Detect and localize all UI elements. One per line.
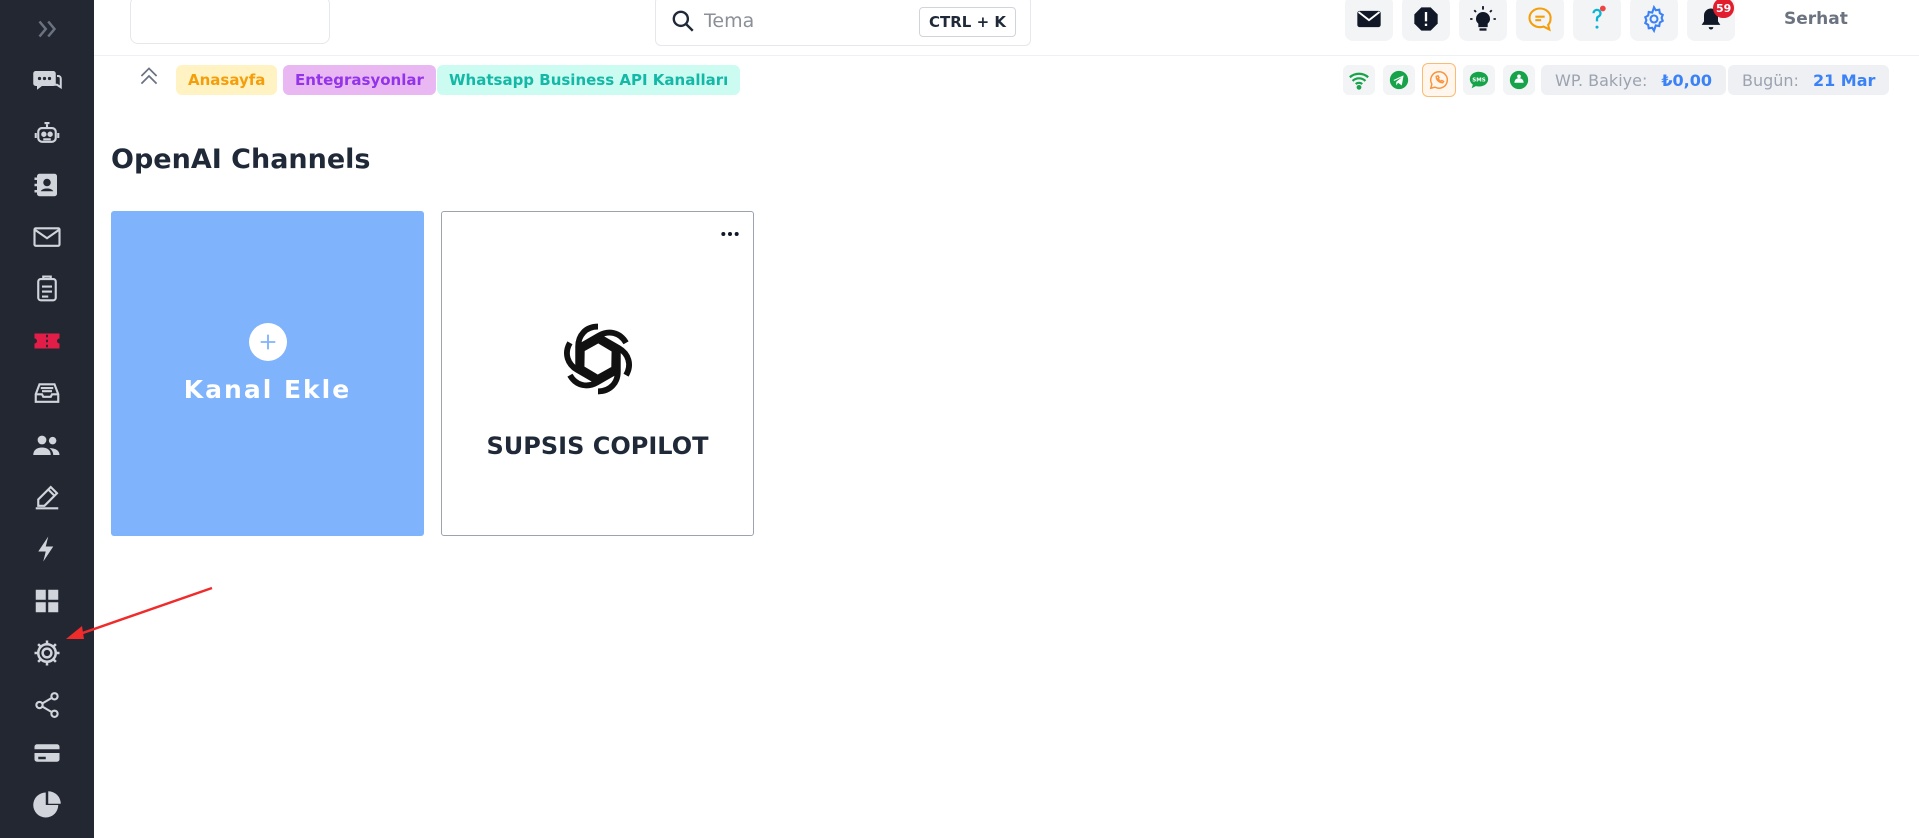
search-input[interactable]: [704, 10, 924, 32]
help-icon: [1592, 5, 1606, 29]
channel-name: SUPSIS COPILOT: [486, 432, 709, 460]
sidebar-item-conversations[interactable]: [0, 58, 94, 104]
topbar: CTRL + K 59 Serhat: [94, 0, 1919, 56]
whatsapp-icon[interactable]: [1422, 63, 1456, 97]
lightbulb-icon: [1470, 5, 1496, 31]
notification-count-badge: 59: [1713, 0, 1735, 18]
sidebar-item-share[interactable]: [0, 682, 94, 728]
plus-icon: [248, 323, 287, 361]
sidebar-item-tasks[interactable]: [0, 266, 94, 312]
logo-area[interactable]: [130, 0, 330, 44]
openai-logo-icon: [553, 314, 643, 404]
svg-text:SMS: SMS: [1472, 77, 1485, 83]
sidebar-item-billing[interactable]: [0, 730, 94, 776]
date-label: Bugün:: [1742, 70, 1799, 90]
theme-toggle-button[interactable]: [1459, 0, 1507, 41]
sidebar-item-users[interactable]: [0, 422, 94, 468]
sidebar-item-contacts[interactable]: [0, 162, 94, 208]
chevron-up-icon[interactable]: [136, 63, 162, 89]
alert-button[interactable]: [1402, 0, 1450, 41]
mail-icon: [1357, 10, 1381, 27]
sidebar: [0, 0, 94, 838]
page-title: OpenAI Channels: [111, 144, 371, 175]
sms-icon[interactable]: SMS: [1463, 65, 1495, 95]
breadcrumb-bar: Anasayfa Entegrasyonlar Whatsapp Busines…: [94, 57, 1919, 101]
breadcrumb-whatsapp-channels[interactable]: Whatsapp Business API Kanalları: [437, 65, 741, 95]
user-name[interactable]: Serhat: [1784, 9, 1848, 29]
more-options-icon[interactable]: [717, 224, 743, 244]
annotation-arrow-icon: [66, 586, 213, 639]
webchat-icon[interactable]: [1503, 65, 1535, 95]
sidebar-item-automation[interactable]: [0, 526, 94, 572]
sidebar-item-reports[interactable]: [0, 782, 94, 828]
sidebar-item-bot[interactable]: [0, 110, 94, 156]
search-shortcut-badge: CTRL + K: [919, 7, 1016, 37]
chat-button[interactable]: [1516, 0, 1564, 41]
balance-value: ₺0,00: [1661, 70, 1712, 90]
add-channel-label: Kanal Ekle: [183, 375, 352, 404]
sidebar-item-forms[interactable]: [0, 474, 94, 520]
sidebar-expand-icon[interactable]: [0, 6, 94, 52]
breadcrumb-integrations[interactable]: Entegrasyonlar: [283, 65, 436, 95]
settings-button[interactable]: [1630, 0, 1678, 41]
channel-card[interactable]: SUPSIS COPILOT: [441, 211, 754, 536]
chat-bubble-icon: [1528, 6, 1552, 31]
telegram-icon[interactable]: [1383, 65, 1415, 95]
whatsapp-balance: WP. Bakiye: ₺0,00: [1541, 65, 1726, 95]
sidebar-item-tickets[interactable]: [0, 318, 94, 364]
sidebar-item-email[interactable]: [0, 214, 94, 260]
wifi-status-icon[interactable]: [1343, 65, 1375, 95]
date-value: 21 Mar: [1812, 70, 1876, 90]
mail-button[interactable]: [1345, 0, 1393, 41]
help-button[interactable]: [1573, 0, 1621, 41]
add-channel-card[interactable]: Kanal Ekle: [111, 211, 424, 536]
balance-label: WP. Bakiye:: [1555, 70, 1648, 90]
search-icon: [672, 10, 694, 32]
sidebar-item-inbox[interactable]: [0, 370, 94, 416]
today-date: Bugün: 21 Mar: [1728, 65, 1890, 95]
breadcrumb-home[interactable]: Anasayfa: [176, 65, 278, 95]
notifications-button[interactable]: 59: [1687, 0, 1735, 41]
gear-icon: [1643, 4, 1665, 33]
search-box[interactable]: CTRL + K: [655, 0, 1031, 46]
alert-icon: [1414, 6, 1438, 31]
